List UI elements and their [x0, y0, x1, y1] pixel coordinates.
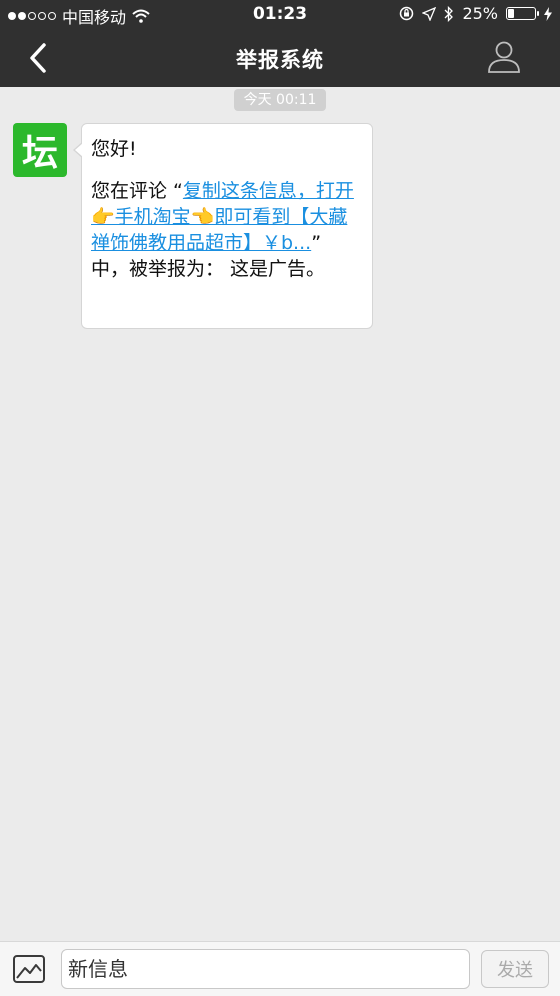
status-bar: 中国移动 01:23 25% [0, 0, 560, 28]
status-right: 25% [399, 4, 552, 23]
message-timestamp: 今天 00:11 [234, 89, 326, 111]
location-arrow-icon [422, 6, 437, 21]
send-button[interactable]: 发送 [481, 950, 549, 988]
message-bubble: 您好! 您在评论 “复制这条信息，打开👉手机淘宝👈即可看到【大藏禅饰佛教用品超市… [73, 123, 373, 329]
message-prefix: 您在评论 “ [91, 180, 183, 202]
navigation-bar: 举报系统 [0, 28, 560, 87]
avatar-text: 坛 [21, 132, 58, 174]
bluetooth-icon [444, 5, 454, 22]
battery-icon [506, 7, 539, 20]
message-input-bar: 发送 [0, 941, 560, 996]
battery-percent: 25% [462, 4, 498, 23]
orientation-lock-icon [400, 6, 414, 21]
charging-bolt-icon [544, 6, 552, 21]
user-profile-icon[interactable] [486, 38, 522, 74]
message-body: 您在评论 “复制这条信息，打开👉手机淘宝👈即可看到【大藏禅饰佛教用品超市】￥b.… [91, 178, 360, 282]
top-header: 中国移动 01:23 25% 举报系统 [0, 0, 560, 87]
new-message-input[interactable] [61, 949, 470, 989]
page-title: 举报系统 [236, 48, 324, 72]
image-picker-icon[interactable] [12, 954, 46, 984]
sender-avatar[interactable]: 坛 [13, 123, 67, 177]
message-greeting: 您好! [91, 138, 137, 160]
